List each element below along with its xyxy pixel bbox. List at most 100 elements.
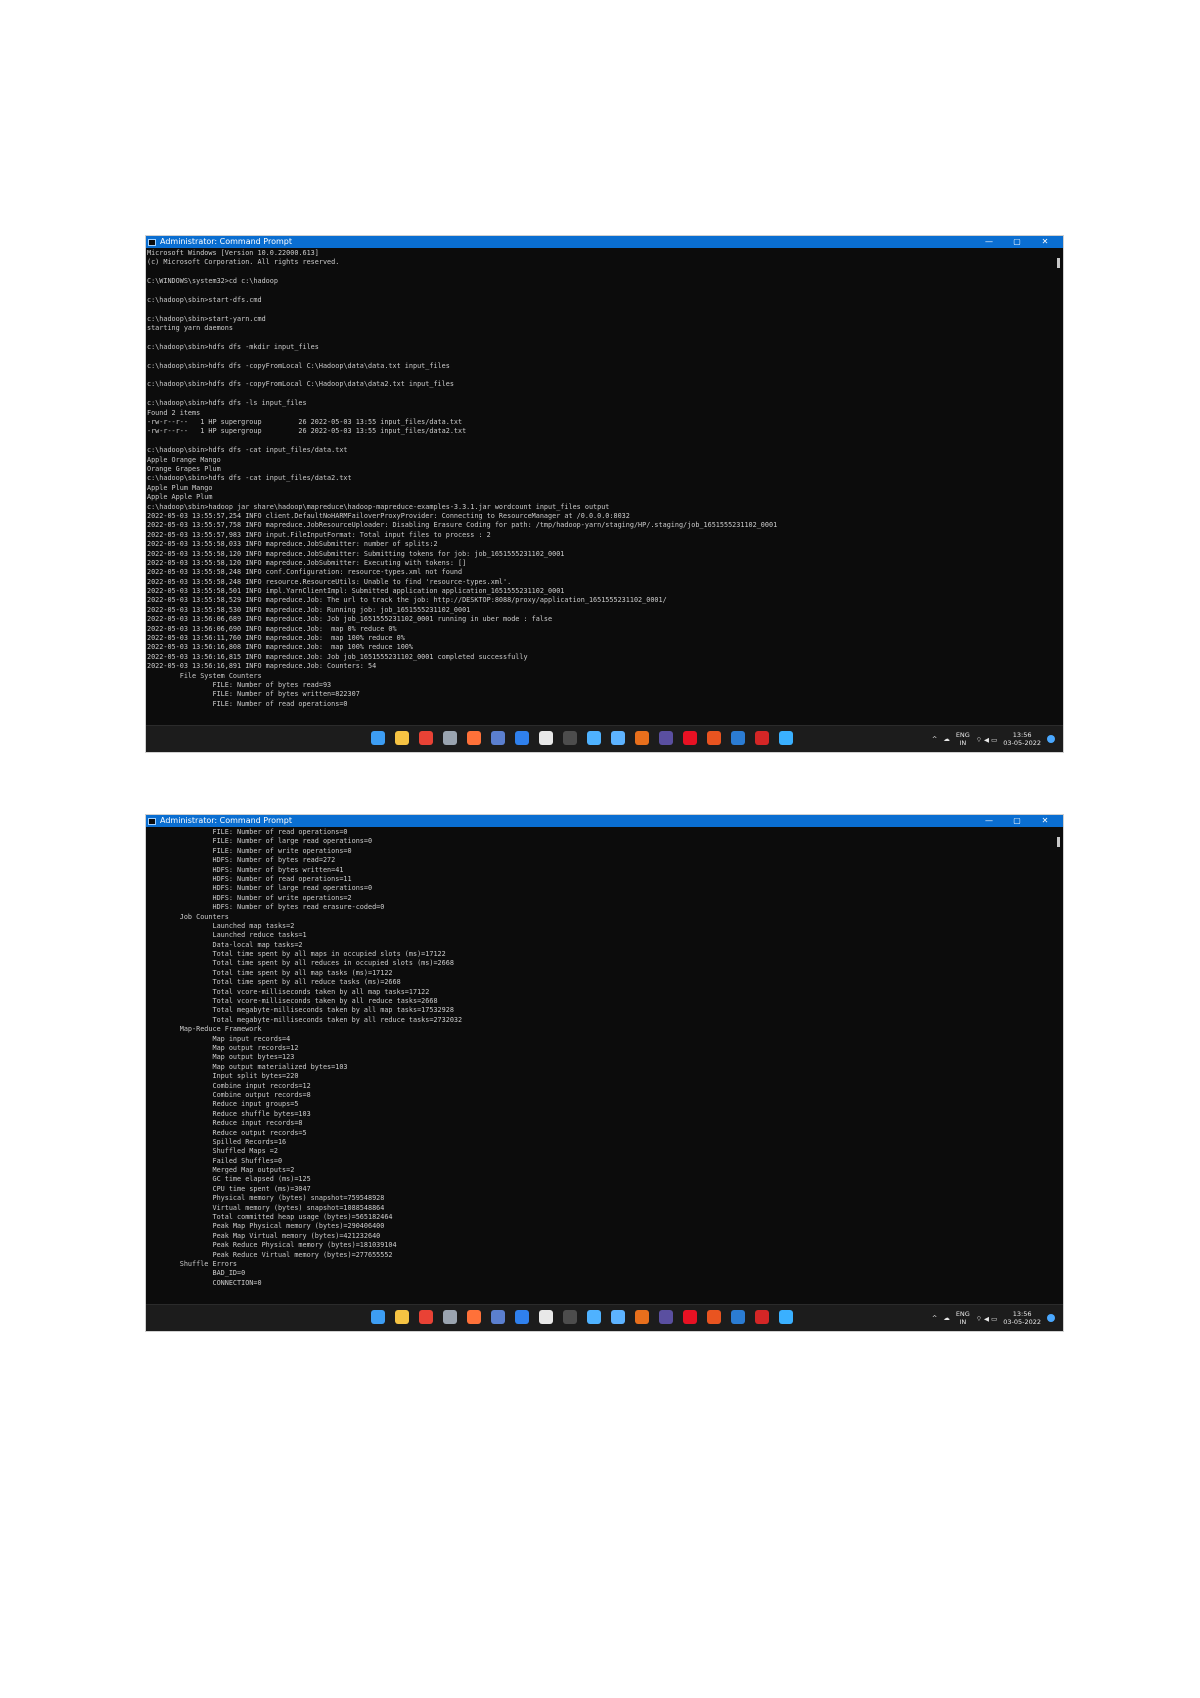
- notepad-icon[interactable]: [779, 1310, 793, 1324]
- console-line: Map-Reduce Framework: [147, 1025, 262, 1034]
- language-indicator[interactable]: ENG IN: [956, 731, 970, 747]
- close-button[interactable]: ✕: [1031, 236, 1059, 248]
- status-icons[interactable]: ⌔ ◀ ▭: [976, 1314, 997, 1323]
- eclipse-icon[interactable]: [659, 1310, 673, 1324]
- console-line: HDFS: Number of read operations=11: [147, 874, 352, 883]
- app-icon-gray[interactable]: [443, 1310, 457, 1324]
- file-explorer-icon[interactable]: [395, 1310, 409, 1324]
- ubuntu-icon[interactable]: [707, 1310, 721, 1324]
- sql-icon[interactable]: [491, 1310, 505, 1324]
- console-line: Peak Reduce Virtual memory (bytes)=27765…: [147, 1250, 393, 1259]
- github-desktop-icon[interactable]: [539, 1310, 553, 1324]
- firefox-icon[interactable]: [467, 1310, 481, 1324]
- vscode-icon[interactable]: [515, 1310, 529, 1324]
- console-line: FILE: Number of read operations=0: [147, 699, 348, 708]
- word-icon[interactable]: [731, 1310, 745, 1324]
- notification-icon[interactable]: [1047, 735, 1055, 743]
- console-line: Apple Orange Mango: [147, 455, 221, 464]
- minimize-button[interactable]: —: [975, 236, 1003, 248]
- scrollbar[interactable]: [1056, 250, 1061, 726]
- record-icon[interactable]: [683, 731, 697, 745]
- maximize-button[interactable]: ▢: [1003, 236, 1031, 248]
- console-output[interactable]: FILE: Number of read operations=0 FILE: …: [147, 828, 1055, 1305]
- status-icons[interactable]: ⌔ ◀ ▭: [976, 735, 997, 744]
- windows-start-icon[interactable]: [371, 731, 385, 745]
- console-line: FILE: Number of large read operations=0: [147, 837, 373, 846]
- console-line: Total time spent by all maps in occupied…: [147, 950, 446, 959]
- console-line: Input split bytes=220: [147, 1072, 299, 1081]
- chrome-icon[interactable]: [419, 1310, 433, 1324]
- clock[interactable]: 13:56 03-05-2022: [1003, 1310, 1041, 1326]
- tray-chevron-icon[interactable]: ^: [932, 735, 937, 743]
- console-line: 2022-05-03 13:56:06,690 INFO mapreduce.J…: [147, 624, 397, 633]
- onedrive-icon[interactable]: ☁: [943, 1314, 950, 1322]
- console-line: Total megabyte-milliseconds taken by all…: [147, 1015, 463, 1024]
- console-line: 2022-05-03 13:55:57,254 INFO client.Defa…: [147, 511, 630, 520]
- console-line: FILE: Number of bytes read=93: [147, 680, 332, 689]
- notification-icon[interactable]: [1047, 1314, 1055, 1322]
- console-line: Data-local map tasks=2: [147, 940, 303, 949]
- console-line: Reduce shuffle bytes=103: [147, 1109, 311, 1118]
- tray-chevron-icon[interactable]: ^: [932, 1314, 937, 1322]
- scrollbar[interactable]: [1056, 829, 1061, 1305]
- sql-icon[interactable]: [491, 731, 505, 745]
- word-icon[interactable]: [731, 731, 745, 745]
- command-prompt-icon: [148, 817, 156, 825]
- vscode-icon[interactable]: [515, 731, 529, 745]
- console-line: Combine input records=12: [147, 1081, 311, 1090]
- taskbar-icons: [371, 731, 793, 747]
- title-bar[interactable]: Administrator: Command Prompt — ▢ ✕: [146, 236, 1063, 248]
- language-indicator[interactable]: ENG IN: [956, 1310, 970, 1326]
- windows-start-icon[interactable]: [371, 1310, 385, 1324]
- console-line: Shuffle Errors: [147, 1259, 238, 1268]
- chrome-icon[interactable]: [419, 731, 433, 745]
- console-line: 2022-05-03 13:55:58,529 INFO mapreduce.J…: [147, 596, 667, 605]
- console-line: Apple Apple Plum: [147, 493, 213, 502]
- snipping-tool-icon[interactable]: [587, 731, 601, 745]
- record-icon[interactable]: [683, 1310, 697, 1324]
- title-bar[interactable]: Administrator: Command Prompt — ▢ ✕: [146, 815, 1063, 827]
- console-line: Shuffled Maps =2: [147, 1147, 278, 1156]
- firefox-icon[interactable]: [467, 731, 481, 745]
- language-code: ENG: [955, 731, 970, 739]
- minimize-button[interactable]: —: [975, 815, 1003, 827]
- snipping-tool-icon[interactable]: [587, 1310, 601, 1324]
- app-icon-gray[interactable]: [443, 731, 457, 745]
- console-line: Reduce output records=5: [147, 1128, 307, 1137]
- java-icon[interactable]: [635, 1310, 649, 1324]
- language-region: IN: [959, 739, 967, 747]
- onedrive-icon[interactable]: ☁: [943, 735, 950, 743]
- network-icon[interactable]: [611, 731, 625, 745]
- console-line: -rw-r--r-- 1 HP supergroup 26 2022-05-03…: [147, 427, 467, 436]
- terminal-icon[interactable]: [563, 1310, 577, 1324]
- eclipse-icon[interactable]: [659, 731, 673, 745]
- console-line: c:\hadoop\sbin>hdfs dfs -copyFromLocal C…: [147, 380, 454, 389]
- ubuntu-icon[interactable]: [707, 731, 721, 745]
- clock-date: 03-05-2022: [1003, 1318, 1041, 1326]
- console-output[interactable]: Microsoft Windows [Version 10.0.22000.61…: [147, 249, 1055, 726]
- github-desktop-icon[interactable]: [539, 731, 553, 745]
- console-line: Map input records=4: [147, 1034, 291, 1043]
- java-icon[interactable]: [635, 731, 649, 745]
- terminal-icon[interactable]: [563, 731, 577, 745]
- acrobat-icon[interactable]: [755, 1310, 769, 1324]
- console-line: Job Counters: [147, 912, 229, 921]
- console-line: Map output bytes=123: [147, 1053, 295, 1062]
- console-line: 2022-05-03 13:55:57,983 INFO input.FileI…: [147, 530, 491, 539]
- notepad-icon[interactable]: [779, 731, 793, 745]
- system-tray: ^ ☁ ENG IN ⌔ ◀ ▭ 13:56 03-05-2022: [932, 729, 1055, 749]
- file-explorer-icon[interactable]: [395, 731, 409, 745]
- scroll-thumb[interactable]: [1057, 258, 1060, 268]
- network-icon[interactable]: [611, 1310, 625, 1324]
- close-button[interactable]: ✕: [1031, 815, 1059, 827]
- scroll-thumb[interactable]: [1057, 837, 1060, 847]
- clock[interactable]: 13:56 03-05-2022: [1003, 731, 1041, 747]
- acrobat-icon[interactable]: [755, 731, 769, 745]
- clock-date: 03-05-2022: [1003, 739, 1041, 747]
- console-line: Peak Map Virtual memory (bytes)=42123264…: [147, 1231, 381, 1240]
- maximize-button[interactable]: ▢: [1003, 815, 1031, 827]
